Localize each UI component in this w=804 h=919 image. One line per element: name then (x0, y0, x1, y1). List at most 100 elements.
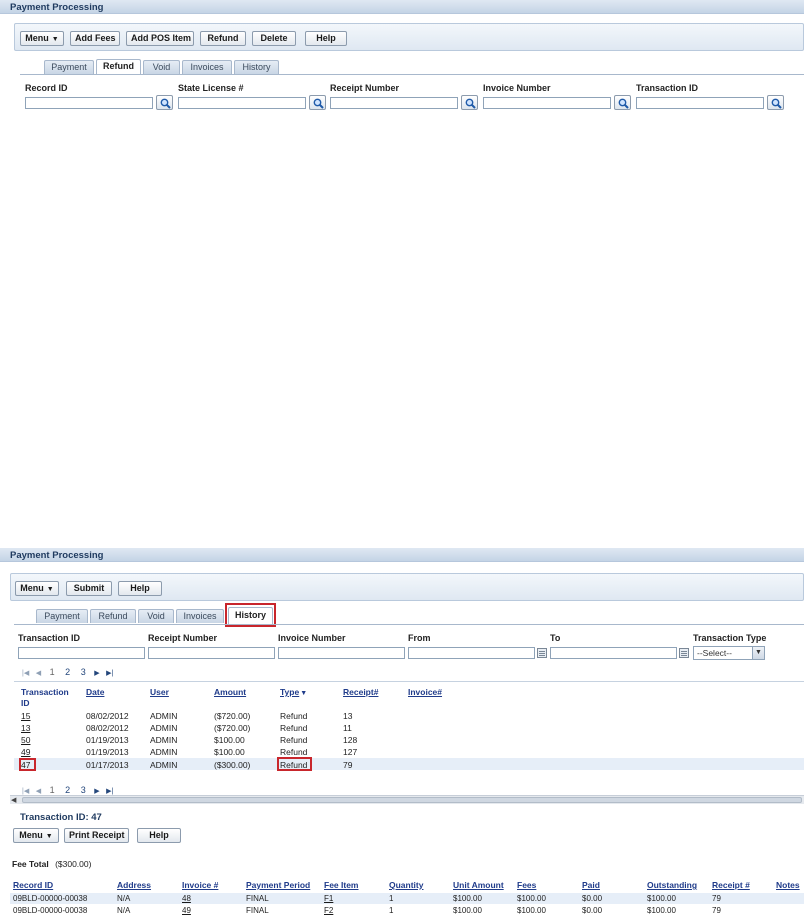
submit-button[interactable]: Submit (66, 581, 112, 596)
row-transaction-id[interactable]: 50 (21, 735, 30, 745)
delete-button[interactable]: Delete (252, 31, 296, 46)
fee-invoice-link[interactable]: 49 (182, 906, 191, 915)
add-pos-item-button[interactable]: Add POS Item (126, 31, 194, 46)
receipt-number-search-button[interactable] (461, 95, 478, 110)
tab-divider (20, 74, 804, 75)
fee-receipt: 79 (712, 906, 721, 915)
transaction-detail-title: Transaction ID: 47 (20, 812, 102, 823)
transaction-id-input[interactable] (636, 97, 764, 109)
fee-paid: $0.00 (582, 894, 603, 903)
row-transaction-id[interactable]: 13 (21, 723, 30, 733)
fee-col-paid[interactable]: Paid (582, 880, 600, 890)
page-2-link[interactable]: 2 (65, 785, 70, 795)
menu-dropdown-icon: ▼ (46, 586, 54, 593)
filter-from-input[interactable] (408, 647, 535, 659)
next-page-icon[interactable]: ▶ (94, 788, 99, 795)
first-page-icon[interactable]: |◀ (22, 788, 29, 795)
filter-to-input[interactable] (550, 647, 677, 659)
fee-invoice-link[interactable]: 48 (182, 894, 191, 903)
last-page-icon[interactable]: ▶| (106, 788, 113, 795)
transaction-type-select[interactable]: --Select-- ▼ (693, 646, 765, 660)
state-license-input[interactable] (178, 97, 306, 109)
filter-transaction-id-input[interactable] (18, 647, 145, 659)
fee-col-payment-period[interactable]: Payment Period (246, 880, 310, 890)
page-2-link[interactable]: 2 (65, 667, 70, 677)
col-receipt[interactable]: Receipt# (343, 687, 378, 697)
fee-item-link[interactable]: F2 (324, 906, 333, 915)
row-transaction-id[interactable]: 15 (21, 711, 30, 721)
fee-outstanding: $100.00 (647, 906, 676, 915)
state-license-label: State License # (178, 83, 244, 93)
last-page-icon[interactable]: ▶| (106, 670, 113, 677)
invoice-number-search-button[interactable] (614, 95, 631, 110)
fee-col-record-id[interactable]: Record ID (13, 880, 53, 890)
col-transaction-id[interactable]: Transaction ID (21, 687, 73, 709)
tab-invoices[interactable]: Invoices (176, 609, 224, 623)
fee-col-unit-amount[interactable]: Unit Amount (453, 880, 504, 890)
filter-receipt-number-input[interactable] (148, 647, 275, 659)
add-fees-button[interactable]: Add Fees (70, 31, 120, 46)
tab-history[interactable]: History (234, 60, 279, 74)
scroll-left-icon[interactable]: ◀ (11, 796, 16, 804)
prev-page-icon[interactable]: ◀ (36, 788, 41, 795)
record-id-search-button[interactable] (156, 95, 173, 110)
detail-help-button[interactable]: Help (137, 828, 181, 843)
fee-item-link[interactable]: F1 (324, 894, 333, 903)
to-calendar-icon[interactable] (679, 648, 689, 658)
state-license-search-button[interactable] (309, 95, 326, 110)
page-1-link[interactable]: 1 (50, 667, 55, 677)
prev-page-icon[interactable]: ◀ (36, 670, 41, 677)
top-menu-button[interactable]: Menu ▼ (20, 31, 64, 46)
row-amount: ($720.00) (214, 723, 251, 733)
detail-menu-button[interactable]: Menu ▼ (13, 828, 59, 843)
horizontal-scrollbar[interactable]: ◀ (10, 795, 804, 804)
row-transaction-id[interactable]: 49 (21, 747, 30, 757)
tab-void[interactable]: Void (143, 60, 180, 74)
fee-col-invoice[interactable]: Invoice # (182, 880, 218, 890)
transaction-id-search-button[interactable] (767, 95, 784, 110)
tab-payment[interactable]: Payment (36, 609, 88, 623)
invoice-number-input[interactable] (483, 97, 611, 109)
page-1-link[interactable]: 1 (50, 785, 55, 795)
help-button[interactable]: Help (305, 31, 347, 46)
next-page-icon[interactable]: ▶ (94, 670, 99, 677)
fee-col-receipt[interactable]: Receipt # (712, 880, 750, 890)
bottom-menu-button[interactable]: Menu ▼ (15, 581, 59, 596)
refund-button[interactable]: Refund (200, 31, 246, 46)
receipt-number-label: Receipt Number (330, 83, 400, 93)
fee-total: Fee Total ($300.00) (12, 859, 91, 869)
from-calendar-icon[interactable] (537, 648, 547, 658)
row-user: ADMIN (150, 711, 178, 721)
tab-invoices[interactable]: Invoices (182, 60, 232, 74)
page-3-link[interactable]: 3 (81, 785, 86, 795)
bottom-toolbar: Menu ▼ Submit Help (10, 573, 804, 601)
fee-col-quantity[interactable]: Quantity (389, 880, 423, 890)
col-user[interactable]: User (150, 687, 169, 697)
first-page-icon[interactable]: |◀ (22, 670, 29, 677)
col-invoice[interactable]: Invoice# (408, 687, 442, 697)
col-amount[interactable]: Amount (214, 687, 246, 697)
fee-col-fees[interactable]: Fees (517, 880, 536, 890)
top-pager: |◀ ◀ 1 2 3 ▶ ▶| (20, 667, 115, 677)
filter-invoice-number-label: Invoice Number (278, 633, 346, 643)
fee-fees: $100.00 (517, 894, 546, 903)
tab-refund[interactable]: Refund (90, 609, 136, 623)
fee-col-notes[interactable]: Notes (776, 880, 800, 890)
fee-col-outstanding[interactable]: Outstanding (647, 880, 697, 890)
filter-invoice-number-input[interactable] (278, 647, 405, 659)
fee-col-address[interactable]: Address (117, 880, 151, 890)
scrollbar-thumb[interactable] (22, 797, 802, 803)
search-icon (160, 98, 171, 109)
help-button[interactable]: Help (118, 581, 162, 596)
page-3-link[interactable]: 3 (81, 667, 86, 677)
col-type[interactable]: Type▼ (280, 687, 307, 697)
fee-unit-amount: $100.00 (453, 894, 482, 903)
tab-refund[interactable]: Refund (96, 59, 141, 74)
fee-col-fee-item[interactable]: Fee Item (324, 880, 359, 890)
col-date[interactable]: Date (86, 687, 104, 697)
tab-void[interactable]: Void (138, 609, 174, 623)
record-id-input[interactable] (25, 97, 153, 109)
tab-payment[interactable]: Payment (44, 60, 94, 74)
receipt-number-input[interactable] (330, 97, 458, 109)
print-receipt-button[interactable]: Print Receipt (64, 828, 129, 843)
